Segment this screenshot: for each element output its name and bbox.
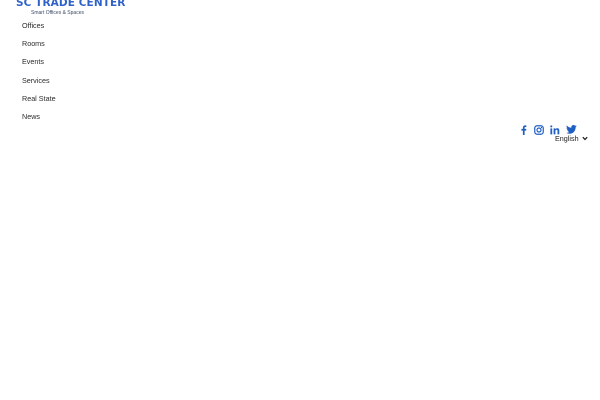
instagram-icon[interactable] — [533, 124, 545, 135]
nav-item-services[interactable]: Services — [22, 76, 56, 94]
language-label: English — [555, 134, 579, 143]
nav-item-offices[interactable]: Offices — [22, 21, 56, 39]
nav-item-news[interactable]: News — [22, 112, 56, 130]
brand-logo[interactable]: SC TRADE CENTER Smart Offices & Spaces — [16, 0, 125, 16]
language-selector[interactable]: English — [555, 134, 588, 143]
nav-item-events[interactable]: Events — [22, 57, 56, 75]
page: SC TRADE CENTER Smart Offices & Spaces O… — [0, 0, 600, 400]
brand-tagline: Smart Offices & Spaces — [31, 10, 84, 16]
facebook-icon[interactable] — [517, 124, 529, 135]
chevron-down-icon — [581, 136, 588, 141]
nav-item-rooms[interactable]: Rooms — [22, 39, 56, 57]
brand-title: SC TRADE CENTER — [16, 0, 126, 9]
main-nav: Offices Rooms Events Services Real State… — [22, 21, 56, 130]
nav-item-real-state[interactable]: Real State — [22, 94, 56, 112]
